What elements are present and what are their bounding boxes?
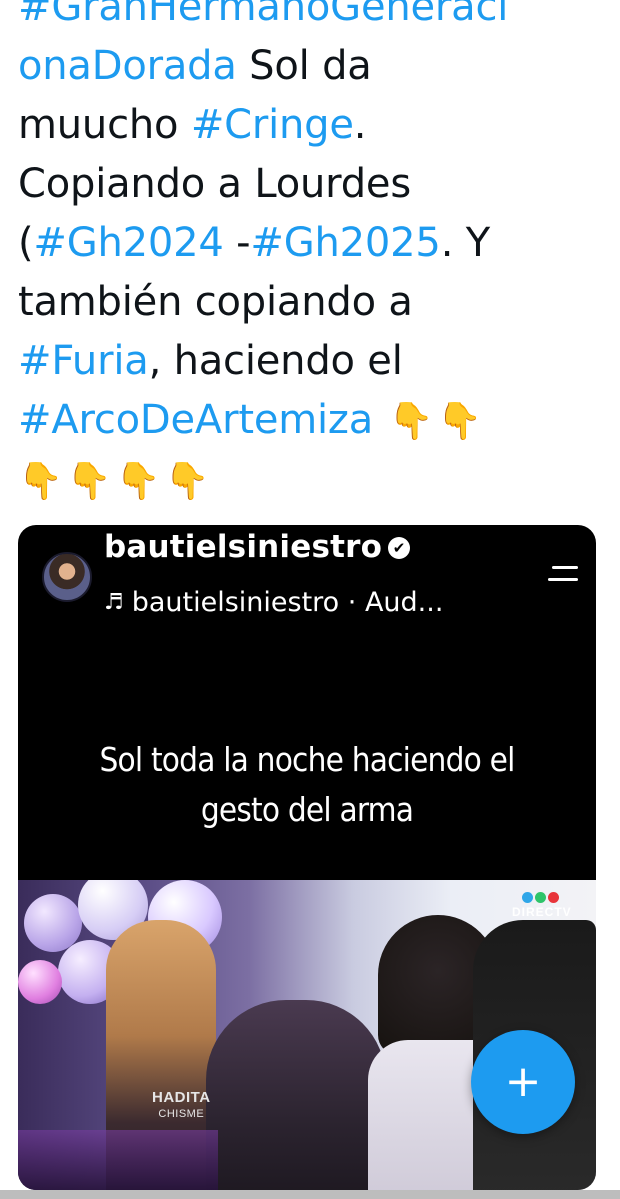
tweet-text-segment: - bbox=[223, 220, 251, 266]
pointing-down-emoji-icon: 👇👇 bbox=[373, 401, 487, 442]
avatar[interactable] bbox=[42, 552, 92, 602]
story-header: bautielsiniestro ✔ ♬ bautielsiniestro · Au… bbox=[18, 525, 596, 618]
username-label: bautielsiniestro bbox=[104, 529, 383, 565]
hashtag-link[interactable]: #Gh2025 bbox=[250, 220, 440, 266]
person-silhouette bbox=[206, 1000, 386, 1190]
tweet-text-segment: , haciendo el bbox=[148, 338, 403, 384]
floor-lights bbox=[18, 1130, 218, 1190]
tweet-line: 👇👇👇👇 bbox=[18, 451, 614, 511]
tweet-line: #GranHermanoGeneraci bbox=[18, 0, 614, 37]
tweet-line: #ArcoDeArtemiza 👇👇 bbox=[18, 391, 614, 451]
pointing-down-emoji-icon: 👇👇👇👇 bbox=[18, 461, 214, 502]
audio-attribution[interactable]: ♬ bautielsiniestro · Aud... bbox=[104, 587, 443, 618]
watermark-subtitle: CHISME bbox=[158, 1108, 205, 1120]
music-note-icon: ♬ bbox=[104, 590, 124, 615]
balloon-shape bbox=[18, 960, 62, 1004]
tweet-text-segment: muucho bbox=[18, 102, 191, 148]
directv-logo: DIRECTV bbox=[512, 888, 592, 928]
tweet-line: onaDorada Sol da bbox=[18, 37, 614, 96]
hashtag-link[interactable]: #Furia bbox=[18, 338, 149, 384]
hashtag-link[interactable]: #GranHermanoGeneraci bbox=[18, 0, 508, 30]
watermark-title: HADITA bbox=[152, 1089, 211, 1106]
tweet-line: muucho #Cringe. bbox=[18, 96, 614, 155]
tweet-text: #GranHermanoGeneraci onaDorada Sol da muuc… bbox=[18, 0, 614, 511]
tweet-text-segment: Sol da bbox=[236, 43, 372, 89]
compose-button[interactable]: + bbox=[471, 1030, 575, 1134]
username[interactable]: bautielsiniestro ✔ bbox=[104, 529, 411, 565]
watermark: HADITA CHISME bbox=[152, 1090, 211, 1122]
bottom-divider bbox=[0, 1190, 620, 1199]
broadcaster-label: DIRECTV bbox=[512, 905, 572, 919]
tweet-text-segment: ( bbox=[18, 220, 34, 266]
tweet-text-segment: también copiando a bbox=[18, 279, 413, 325]
tweet-line: también copiando a bbox=[18, 273, 614, 332]
tweet-line: #Furia, haciendo el bbox=[18, 332, 614, 391]
tweet-line: (#Gh2024 -#Gh2025. Y bbox=[18, 214, 614, 273]
menu-icon[interactable] bbox=[548, 566, 578, 584]
tweet-text-segment: . bbox=[353, 102, 367, 148]
tweet-text-segment: . Y bbox=[440, 220, 490, 266]
tweet-text-segment: Copiando a Lourdes bbox=[18, 161, 411, 207]
audio-label: bautielsiniestro · Aud... bbox=[131, 587, 444, 618]
hashtag-link[interactable]: #ArcoDeArtemiza bbox=[18, 397, 373, 443]
compose-plus-icon: + bbox=[504, 1056, 542, 1107]
tweet-line: Copiando a Lourdes bbox=[18, 155, 614, 214]
story-caption: Sol toda la noche haciendo el gesto del … bbox=[18, 735, 596, 835]
caption-line: Sol toda la noche haciendo el bbox=[99, 740, 515, 779]
verified-badge-icon: ✔ bbox=[388, 537, 411, 559]
hashtag-link[interactable]: #Gh2024 bbox=[33, 220, 223, 266]
hashtag-link[interactable]: onaDorada bbox=[18, 43, 237, 89]
caption-line: gesto del arma bbox=[200, 790, 414, 829]
hashtag-link[interactable]: #Cringe bbox=[191, 102, 354, 148]
